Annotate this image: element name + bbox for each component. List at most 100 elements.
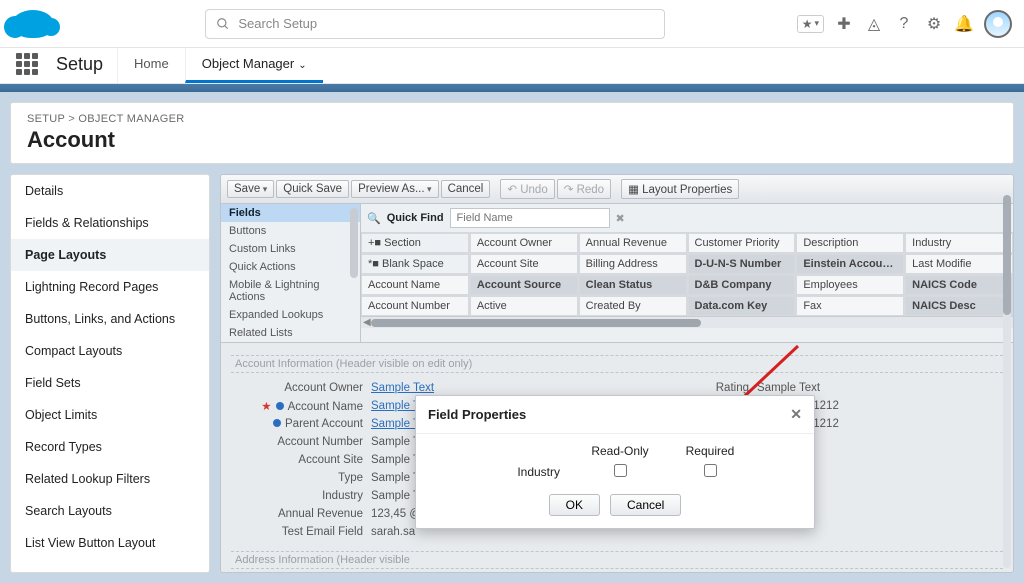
object-sidebar: Details Fields & Relationships Page Layo… <box>10 174 210 573</box>
breadcrumb: SETUP > OBJECT MANAGER <box>27 113 997 125</box>
cancel-button[interactable]: Cancel <box>441 180 491 198</box>
editor-toolbar: Save Quick Save Preview As... Cancel ↶ U… <box>221 175 1013 204</box>
field-value[interactable]: Sample T <box>371 472 420 484</box>
palette-cat-custom-links[interactable]: Custom Links <box>221 240 360 258</box>
sidebar-item-related-lookup[interactable]: Related Lookup Filters <box>11 463 209 495</box>
search-icon: 🔍 <box>367 212 381 225</box>
palette-cat-expanded-lookups[interactable]: Expanded Lookups <box>221 306 360 324</box>
sidebar-item-object-limits[interactable]: Object Limits <box>11 399 209 431</box>
field-value[interactable]: Sample T <box>371 436 420 448</box>
palette-field[interactable]: Account Owner <box>470 233 578 253</box>
sidebar-item-page-layouts[interactable]: Page Layouts <box>11 239 209 271</box>
palette-field[interactable]: *■ Blank Space <box>361 254 469 274</box>
quick-find-label: Quick Find <box>387 212 444 224</box>
required-checkbox[interactable] <box>704 464 717 477</box>
palette-field[interactable]: Account Name <box>361 275 469 295</box>
palette-cat-buttons[interactable]: Buttons <box>221 222 360 240</box>
preview-as-button[interactable]: Preview As... <box>351 180 439 198</box>
save-button[interactable]: Save <box>227 180 274 198</box>
palette-cat-related-lists[interactable]: Related Lists <box>221 324 360 342</box>
search-icon <box>216 17 230 31</box>
clear-icon[interactable]: ✖ <box>616 212 625 225</box>
page-title: Account <box>27 127 997 153</box>
palette-field[interactable]: Customer Priority <box>688 233 796 253</box>
palette-field[interactable]: Employees <box>796 275 904 295</box>
palette-field[interactable]: Description <box>796 233 904 253</box>
palette-cat-mobile-actions[interactable]: Mobile & Lightning Actions <box>221 276 360 306</box>
palette-field[interactable]: Account Number <box>361 296 469 316</box>
dialog-cancel-button[interactable]: Cancel <box>610 494 681 516</box>
palette-field[interactable]: Einstein Account ... <box>796 254 904 274</box>
breadcrumb-setup[interactable]: SETUP <box>27 113 65 125</box>
readonly-checkbox[interactable] <box>614 464 627 477</box>
trailhead-icon[interactable]: ◬ <box>864 14 884 34</box>
palette-field[interactable]: Data.com Key <box>688 296 796 316</box>
sidebar-item-record-types[interactable]: Record Types <box>11 431 209 463</box>
palette-field[interactable]: Annual Revenue <box>579 233 687 253</box>
field-value[interactable]: Sample T <box>371 490 420 502</box>
field-label: Type <box>231 472 371 484</box>
palette-field[interactable]: Industry <box>905 233 1013 253</box>
section-address-info[interactable]: Address Information (Header visible <box>231 551 1003 569</box>
field-value[interactable]: Sample T <box>371 454 420 466</box>
palette-vscroll[interactable] <box>350 208 358 278</box>
editor-vscroll[interactable] <box>1003 195 1011 568</box>
palette-field[interactable]: D&B Company <box>688 275 796 295</box>
field-name-label: Industry <box>490 465 560 479</box>
quick-save-button[interactable]: Quick Save <box>276 180 349 198</box>
sidebar-item-details[interactable]: Details <box>11 175 209 207</box>
tab-object-manager[interactable]: Object Manager⌄ <box>185 48 323 83</box>
sidebar-item-lightning-pages[interactable]: Lightning Record Pages <box>11 271 209 303</box>
field-label: Account Number <box>231 436 371 448</box>
undo-button[interactable]: ↶ Undo <box>500 179 554 199</box>
palette-field[interactable]: Created By <box>579 296 687 316</box>
palette-field[interactable]: Last Modifie <box>905 254 1013 274</box>
quick-find-input[interactable] <box>450 208 610 228</box>
redo-button[interactable]: ↷ Redo <box>557 179 611 199</box>
field-value[interactable]: Sample Text <box>371 382 434 394</box>
palette-cat-fields[interactable]: Fields <box>221 204 360 222</box>
ok-button[interactable]: OK <box>549 494 600 516</box>
palette-field[interactable]: NAICS Code <box>905 275 1013 295</box>
tab-home[interactable]: Home <box>117 48 185 83</box>
field-label: Annual Revenue <box>231 508 371 520</box>
field-palette: Fields Buttons Custom Links Quick Action… <box>221 204 1013 343</box>
field-value[interactable]: sarah.sa <box>371 526 415 538</box>
field-label: Test Email Field <box>231 526 371 538</box>
field-label: Industry <box>231 490 371 502</box>
palette-field[interactable]: Account Site <box>470 254 578 274</box>
palette-field[interactable]: Fax <box>796 296 904 316</box>
palette-field[interactable]: Account Source <box>470 275 578 295</box>
global-search-input[interactable]: Search Setup <box>205 9 665 39</box>
field-value[interactable]: Sample Text <box>757 382 820 394</box>
app-nav: Setup Home Object Manager⌄ <box>0 48 1024 84</box>
layout-properties-button[interactable]: ▦ Layout Properties <box>621 179 739 199</box>
sidebar-item-search-layouts[interactable]: Search Layouts <box>11 495 209 527</box>
section-account-info[interactable]: Account Information (Header visible on e… <box>231 355 1003 373</box>
breadcrumb-object-manager[interactable]: OBJECT MANAGER <box>78 113 184 125</box>
close-icon[interactable]: ✕ <box>790 406 802 423</box>
user-avatar[interactable] <box>984 10 1012 38</box>
sidebar-item-list-view-button[interactable]: List View Button Layout <box>11 527 209 559</box>
help-icon[interactable]: ? <box>894 14 914 34</box>
palette-cat-quick-actions[interactable]: Quick Actions <box>221 258 360 276</box>
palette-field[interactable]: Billing Address <box>579 254 687 274</box>
app-launcher-icon[interactable] <box>16 53 42 79</box>
col-header-readonly: Read-Only <box>590 444 650 458</box>
sidebar-item-fields[interactable]: Fields & Relationships <box>11 207 209 239</box>
field-label: Rating <box>617 382 757 394</box>
add-icon[interactable]: ✚ <box>834 14 854 34</box>
setup-gear-icon[interactable]: ⚙ <box>924 14 944 34</box>
notifications-icon[interactable]: 🔔 <box>954 14 974 34</box>
palette-field[interactable]: NAICS Desc <box>905 296 1013 316</box>
palette-field[interactable]: D-U-N-S Number <box>688 254 796 274</box>
sidebar-item-compact-layouts[interactable]: Compact Layouts <box>11 335 209 367</box>
palette-hscroll[interactable]: ◀▶ <box>361 316 1013 328</box>
field-value[interactable]: 123,45 @ <box>371 508 421 520</box>
palette-field[interactable]: +■ Section <box>361 233 469 253</box>
sidebar-item-field-sets[interactable]: Field Sets <box>11 367 209 399</box>
palette-field[interactable]: Active <box>470 296 578 316</box>
palette-field[interactable]: Clean Status <box>579 275 687 295</box>
sidebar-item-buttons-links[interactable]: Buttons, Links, and Actions <box>11 303 209 335</box>
favorites-button[interactable]: ★▾ <box>797 15 824 33</box>
